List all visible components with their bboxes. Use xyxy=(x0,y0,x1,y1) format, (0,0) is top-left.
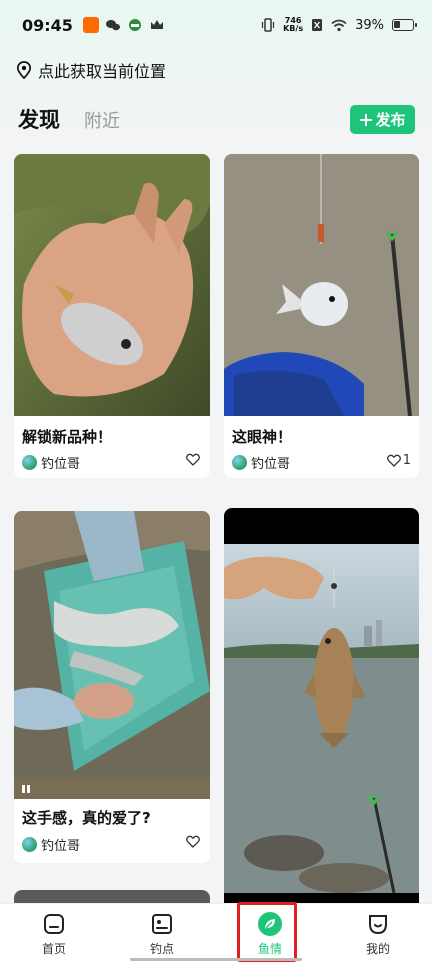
post-author: 钓位哥 xyxy=(22,835,80,854)
location-label: 点此获取当前位置 xyxy=(38,62,167,81)
heart-icon xyxy=(186,453,200,466)
highlight-annotation xyxy=(237,902,297,962)
feed-card[interactable] xyxy=(224,508,419,903)
post-image xyxy=(224,154,419,416)
status-bar: 09:45 746 KB/s 39% xyxy=(0,0,432,50)
notification-icons xyxy=(82,17,165,33)
home-icon xyxy=(44,914,64,934)
sim-off-icon xyxy=(312,19,323,31)
publish-button-label: 发布 xyxy=(375,111,406,129)
post-image xyxy=(14,154,210,416)
location-pin-icon xyxy=(16,61,32,79)
nav-home-label: 首页 xyxy=(41,942,66,956)
bottom-nav: 首页 钓点 鱼情 我的 xyxy=(0,903,432,964)
feed-card[interactable]: 解锁新品种！ 钓位哥 xyxy=(14,154,210,478)
nav-spots[interactable]: 钓点 xyxy=(132,912,192,957)
feed-card[interactable]: 这眼神！ 钓位哥 1 xyxy=(224,154,419,478)
crown-icon xyxy=(150,20,163,29)
nav-profile[interactable]: 我的 xyxy=(348,912,408,957)
author-name: 钓位哥 xyxy=(251,457,291,472)
battery-percent: 39% xyxy=(355,17,384,33)
tab-discover[interactable]: 发现 xyxy=(18,104,60,134)
avatar xyxy=(232,455,247,470)
app-notification-icon xyxy=(128,19,141,31)
status-right: 746 KB/s 39% xyxy=(261,17,417,33)
post-title: 解锁新品种！ xyxy=(22,428,113,446)
battery-icon xyxy=(392,19,417,31)
post-author: 钓位哥 xyxy=(22,453,80,472)
post-image xyxy=(224,508,419,903)
plus-icon xyxy=(360,113,373,126)
post-author: 钓位哥 xyxy=(232,453,290,472)
post-image xyxy=(14,890,210,903)
author-name: 钓位哥 xyxy=(41,839,81,854)
feed-tabs: 发现 附近 xyxy=(18,104,120,134)
author-name: 钓位哥 xyxy=(41,457,81,472)
like-button[interactable] xyxy=(186,453,202,466)
tab-nearby[interactable]: 附近 xyxy=(84,107,120,133)
vibrate-icon xyxy=(262,18,275,32)
post-title: 这眼神！ xyxy=(232,428,293,446)
nav-profile-label: 我的 xyxy=(365,942,390,956)
wechat-icon xyxy=(105,20,120,31)
feed-card[interactable]: 这手感，真的爱了? 钓位哥 xyxy=(14,511,210,863)
heart-icon xyxy=(186,835,200,848)
network-speed-unit: KB/s xyxy=(283,24,304,33)
nav-spots-label: 钓点 xyxy=(149,942,174,956)
feed-card[interactable] xyxy=(14,890,210,903)
like-button[interactable] xyxy=(186,835,202,848)
like-button[interactable]: 1 xyxy=(386,453,411,468)
location-selector[interactable]: 点此获取当前位置 xyxy=(16,58,166,82)
heart-icon xyxy=(386,454,401,467)
taobao-app-icon xyxy=(82,17,99,33)
status-time: 09:45 xyxy=(22,15,73,35)
publish-button[interactable]: 发布 xyxy=(350,105,415,134)
home-indicator xyxy=(130,958,302,961)
spot-icon xyxy=(152,914,172,934)
wifi-icon xyxy=(331,19,347,31)
like-count: 1 xyxy=(402,453,411,468)
profile-icon xyxy=(369,915,387,935)
post-title: 这手感，真的爱了? xyxy=(22,809,151,827)
nav-home[interactable]: 首页 xyxy=(24,912,84,957)
network-speed: 746 KB/s xyxy=(283,17,303,33)
avatar xyxy=(22,837,37,852)
avatar xyxy=(22,455,37,470)
post-image xyxy=(14,511,210,799)
